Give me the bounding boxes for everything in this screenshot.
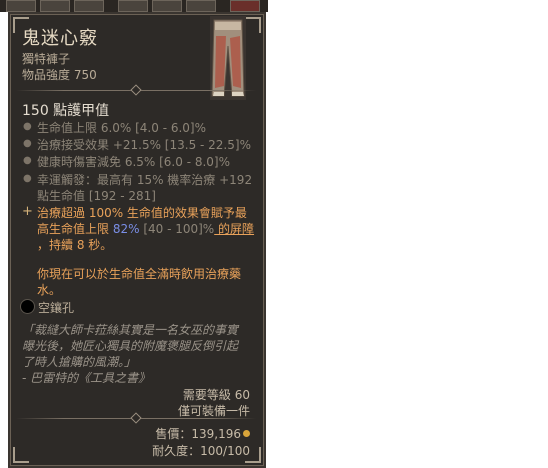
stat-line: 健康時傷害減免 6.5% [6.0 - 8.0]% bbox=[37, 155, 231, 169]
stat-line: 治療接受效果 +21.5% [13.5 - 22.5]% bbox=[37, 138, 251, 152]
aspect-plus-icon: + bbox=[22, 204, 33, 219]
flavor-text: 曝光後，她匠心獨具的附魔褒腿反倒引起 bbox=[22, 339, 239, 353]
barrier-keyword[interactable]: 的屏障 bbox=[214, 222, 254, 236]
item-tooltip: 鬼迷心竅 獨特褲子 物品強度 750 150 點護甲值 ● 生命值上限 6.0%… bbox=[8, 12, 266, 468]
aspect-line: 高生命值上限 82% [40 - 100]% 的屏障 bbox=[37, 220, 254, 237]
inventory-slot-selected[interactable] bbox=[230, 0, 260, 12]
bullet-icon: ● bbox=[23, 155, 32, 166]
divider-ornament bbox=[130, 84, 142, 96]
bullet-icon: ● bbox=[23, 121, 32, 132]
inventory-slot[interactable] bbox=[6, 0, 36, 12]
frame-corner bbox=[13, 447, 29, 463]
sell-label: 售價： bbox=[155, 427, 192, 441]
inventory-slot-bar bbox=[0, 0, 268, 12]
sell-price: 售價：139,196 bbox=[155, 425, 250, 442]
bullet-icon: ● bbox=[23, 173, 32, 184]
inventory-slot[interactable] bbox=[118, 0, 148, 12]
armor-value: 150 點護甲值 bbox=[22, 103, 110, 119]
bullet-icon: ● bbox=[23, 138, 32, 149]
aspect-range: [40 - 100]% bbox=[139, 222, 215, 236]
item-type: 獨特褲子 bbox=[22, 52, 71, 66]
socket-label: 空鑲孔 bbox=[38, 301, 75, 315]
inventory-slot[interactable] bbox=[74, 0, 104, 12]
equip-restriction: 僅可裝備一件 bbox=[177, 404, 250, 418]
flavor-text: 「裁縫大師卡菈絲其實是一名女巫的事實 bbox=[22, 323, 239, 337]
aspect-text: 高生命值上限 bbox=[37, 222, 113, 236]
inventory-slot[interactable] bbox=[186, 0, 216, 12]
flavor-text: 了時人搶購的風潮。」 bbox=[22, 355, 137, 369]
stat-line: 幸運觸發：最高有 15% 機率治療 +192 bbox=[37, 173, 253, 187]
item-power: 物品強度 750 bbox=[22, 68, 97, 82]
level-requirement: 需要等級 60 bbox=[182, 388, 250, 402]
aspect-line: 你現在可以於生命值全滿時飲用治療藥 bbox=[37, 267, 242, 281]
aspect-value: 82% bbox=[112, 222, 140, 236]
aspect-line: 水。 bbox=[37, 283, 62, 297]
sell-value: 139,196 bbox=[191, 427, 241, 441]
divider-ornament bbox=[130, 412, 142, 424]
gold-coin-icon bbox=[243, 430, 250, 437]
aspect-line: ，持續 8 秒。 bbox=[37, 238, 113, 252]
durability: 耐久度：100/100 bbox=[152, 444, 250, 458]
stat-line: 點生命值 [192 - 281] bbox=[37, 189, 156, 203]
inventory-slot[interactable] bbox=[152, 0, 182, 12]
item-name: 鬼迷心竅 bbox=[22, 28, 98, 49]
inventory-slot[interactable] bbox=[40, 0, 70, 12]
flavor-text: - 巴雷特的《工具之書》 bbox=[22, 371, 151, 385]
empty-socket-icon bbox=[20, 299, 35, 314]
stat-line: 生命值上限 6.0% [4.0 - 6.0]% bbox=[37, 121, 207, 135]
aspect-line: 治療超過 100% 生命值的效果會賦予最 bbox=[37, 206, 247, 220]
